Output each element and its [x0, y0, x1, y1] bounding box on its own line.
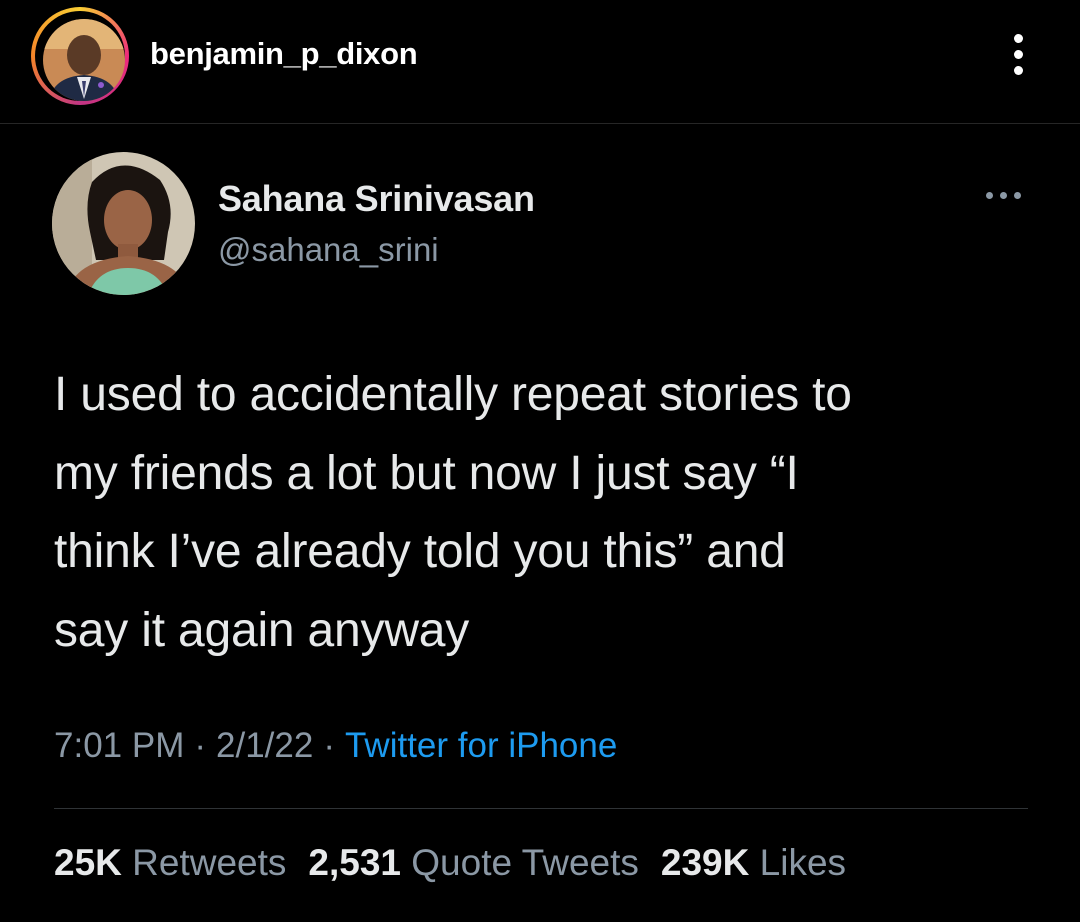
tweet-stats: 25K Retweets 2,531 Quote Tweets 239K Likes	[54, 842, 868, 884]
tweet-author-avatar[interactable]	[52, 152, 195, 295]
tweet-date[interactable]: 2/1/22	[216, 726, 313, 765]
post-username[interactable]: benjamin_p_dixon	[150, 36, 418, 72]
likes-stat[interactable]: 239K Likes	[661, 842, 846, 883]
post-header: benjamin_p_dixon	[0, 0, 1080, 124]
story-ring-avatar[interactable]	[31, 7, 129, 105]
tweet-time[interactable]: 7:01 PM	[54, 726, 184, 765]
quote-tweets-count: 2,531	[308, 842, 401, 883]
retweets-count: 25K	[54, 842, 122, 883]
meta-separator: ·	[323, 726, 335, 765]
tweet-author-handle[interactable]: @sahana_srini	[218, 231, 439, 269]
tweet-metadata: 7:01 PM · 2/1/22 · Twitter for iPhone	[54, 726, 617, 766]
tweet-source-link[interactable]: Twitter for iPhone	[345, 726, 617, 765]
quote-tweets-stat[interactable]: 2,531 Quote Tweets	[308, 842, 639, 883]
tweet-author-name[interactable]: Sahana Srinivasan	[218, 178, 535, 220]
tweet-text-line: my friends a lot but now I just say “I	[54, 446, 799, 500]
horizontal-ellipsis-icon[interactable]	[984, 186, 1028, 206]
tweet-text-line: say it again anyway	[54, 603, 470, 657]
tweet-text-line: think I’ve already told you this” and	[54, 525, 786, 579]
tweet-text-line: I used to accidentally repeat stories to	[54, 368, 852, 421]
tweet-text: I used to accidentally repeat stories to…	[54, 356, 1044, 670]
divider	[54, 808, 1028, 809]
quote-tweets-label: Quote Tweets	[411, 842, 639, 883]
retweets-label: Retweets	[132, 842, 287, 883]
meta-separator: ·	[194, 726, 207, 765]
avatar[interactable]	[43, 19, 125, 101]
vertical-ellipsis-icon[interactable]	[1004, 32, 1036, 78]
likes-label: Likes	[759, 842, 847, 883]
retweets-stat[interactable]: 25K Retweets	[54, 842, 286, 883]
likes-count: 239K	[660, 842, 750, 883]
